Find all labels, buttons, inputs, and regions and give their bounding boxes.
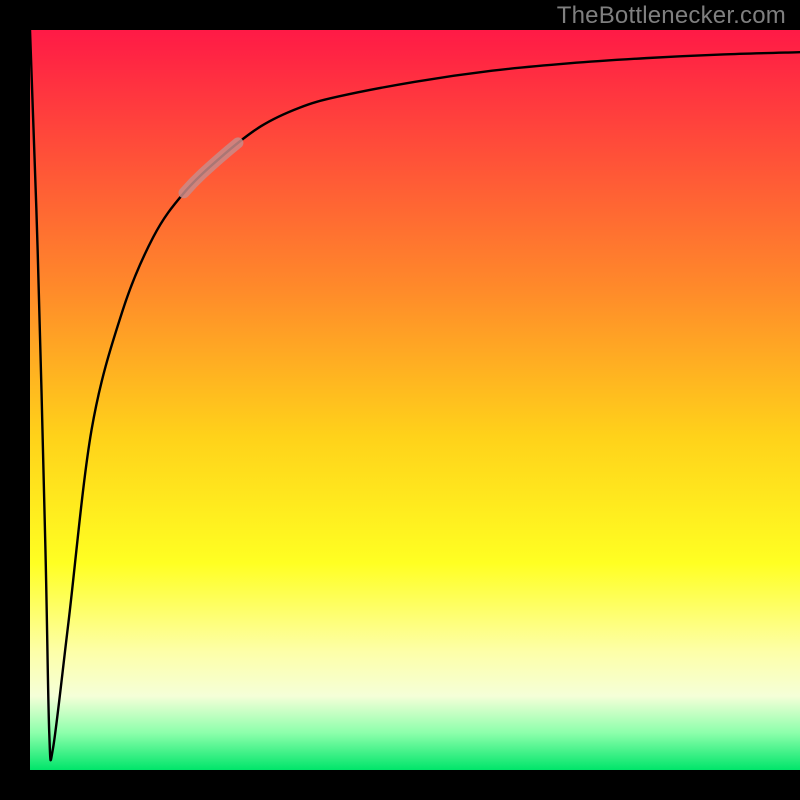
gradient-background bbox=[30, 30, 800, 770]
watermark-text: TheBottlenecker.com bbox=[557, 2, 786, 30]
bottleneck-chart bbox=[30, 30, 800, 770]
plot-area bbox=[30, 30, 800, 770]
chart-frame: TheBottlenecker.com bbox=[0, 0, 800, 800]
